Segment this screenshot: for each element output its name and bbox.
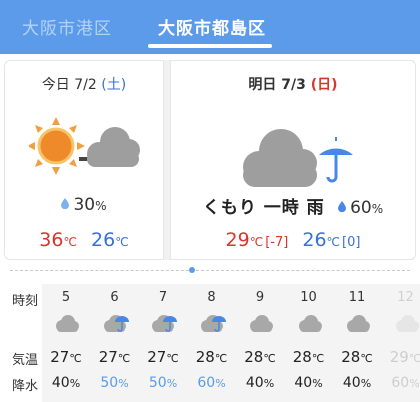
today-dow: (土) [101, 77, 127, 93]
hour-column: 6 27℃ 50% [91, 284, 139, 402]
hour-precip: 40% [342, 375, 372, 391]
tomorrow-min-temp: 26℃ [0] [302, 229, 361, 251]
hour-temp: 29℃ [389, 348, 420, 366]
tomorrow-dow: (日) [310, 77, 338, 93]
tomorrow-description: くもり 一時 雨 [202, 198, 325, 218]
raindrop-icon [338, 201, 347, 212]
tomorrow-title: 明日 7/3 (日) [171, 74, 415, 94]
hour-temp: 28℃ [195, 348, 228, 366]
hour-time: 10 [300, 290, 317, 305]
hour-precip: 40% [245, 375, 275, 391]
hour-temp: 28℃ [244, 348, 276, 366]
cloud-icon [394, 314, 420, 334]
hourly-forecast: 5 27℃ 40% 6 27℃ 50% 7 27℃ 50% 8 28℃ 60% 9 28℃ 40% 10 28℃… [0, 284, 420, 402]
today-max-temp: 36℃ [39, 229, 77, 251]
raindrop-icon [61, 198, 70, 209]
hour-column: 12 29℃ 60% [382, 284, 420, 402]
location-tab-bar: 大阪市港区 大阪市都島区 [0, 0, 420, 54]
cloud-umbrella-icon [103, 314, 129, 334]
hour-time: 11 [348, 290, 366, 305]
hour-temp: 28℃ [341, 348, 373, 366]
tomorrow-card[interactable]: 明日 7/3 (日) くもり 一時 雨 60% 29℃ [-7] 26℃ [0] [170, 60, 416, 260]
today-label: 今日 [41, 77, 70, 93]
hour-time: 7 [158, 290, 168, 305]
sun-cloud-icon [29, 117, 140, 175]
hour-temp: 27℃ [98, 348, 131, 366]
active-tab-indicator [148, 44, 272, 48]
hour-column: 10 28℃ 40% [285, 284, 333, 402]
cloud-icon [345, 314, 371, 334]
hour-precip: 50% [148, 375, 178, 391]
hour-column: 11 28℃ 40% [333, 284, 381, 402]
hour-time: 12 [397, 290, 414, 305]
today-temps: 36℃ 26℃ [5, 229, 163, 251]
hour-time: 8 [207, 290, 216, 305]
hour-precip: 40% [294, 375, 323, 391]
hour-precip: 60% [391, 375, 420, 391]
hour-column: 5 27℃ 40% [42, 284, 90, 402]
tomorrow-temps: 29℃ [-7] 26℃ [0] [171, 229, 415, 251]
tomorrow-label: 明日 [248, 77, 277, 93]
cloud-umbrella-icon [243, 129, 353, 187]
today-min-temp: 26℃ [91, 229, 129, 251]
hour-precip: 50% [100, 375, 129, 391]
cloud-icon [297, 314, 323, 334]
scroll-position-dot[interactable] [189, 267, 195, 273]
tomorrow-max-temp: 29℃ [-7] [225, 229, 289, 251]
hour-column: 8 28℃ 60% [188, 284, 236, 402]
cloud-icon [248, 314, 274, 334]
today-title: 今日 7/2 (土) [5, 74, 163, 94]
cloud-umbrella-icon [200, 314, 226, 334]
cloud-icon [54, 314, 80, 334]
row-label-hour: 時刻 [12, 294, 39, 309]
hourly-columns[interactable]: 5 27℃ 40% 6 27℃ 50% 7 27℃ 50% 8 28℃ 60% 9 28℃ 40% 10 28℃… [42, 284, 420, 402]
tab-miyakojima-ku[interactable]: 大阪市都島区 [158, 14, 266, 39]
hour-column: 9 28℃ 40% [236, 284, 284, 402]
hour-precip: 40% [51, 375, 81, 391]
daily-forecast-cards: 今日 7/2 (土) 30% 36℃ 26℃ 明日 7/3 (日) くもり 一時… [4, 60, 416, 260]
row-label-temp: 気温 [12, 353, 39, 368]
hourly-scroll-track[interactable] [10, 270, 410, 273]
hour-temp: 27℃ [147, 348, 179, 366]
today-precip: 30% [5, 195, 163, 215]
hour-column: 7 27℃ 50% [139, 284, 187, 402]
tomorrow-desc-row: くもり 一時 雨 60% [202, 198, 384, 218]
tomorrow-date: 7/3 [281, 77, 306, 93]
hour-temp: 27℃ [50, 348, 82, 366]
tab-minato-ku[interactable]: 大阪市港区 [22, 14, 112, 39]
hour-time: 9 [255, 290, 265, 305]
row-label-precip: 降水 [12, 379, 39, 394]
today-card[interactable]: 今日 7/2 (土) 30% 36℃ 26℃ [4, 60, 164, 260]
hour-temp: 28℃ [292, 348, 325, 366]
hour-precip: 60% [197, 375, 226, 391]
hour-time: 5 [61, 290, 71, 305]
cloud-umbrella-icon [151, 314, 177, 334]
hour-time: 6 [110, 290, 119, 305]
today-date: 7/2 [74, 77, 97, 93]
tomorrow-precip: 60 [350, 198, 372, 218]
